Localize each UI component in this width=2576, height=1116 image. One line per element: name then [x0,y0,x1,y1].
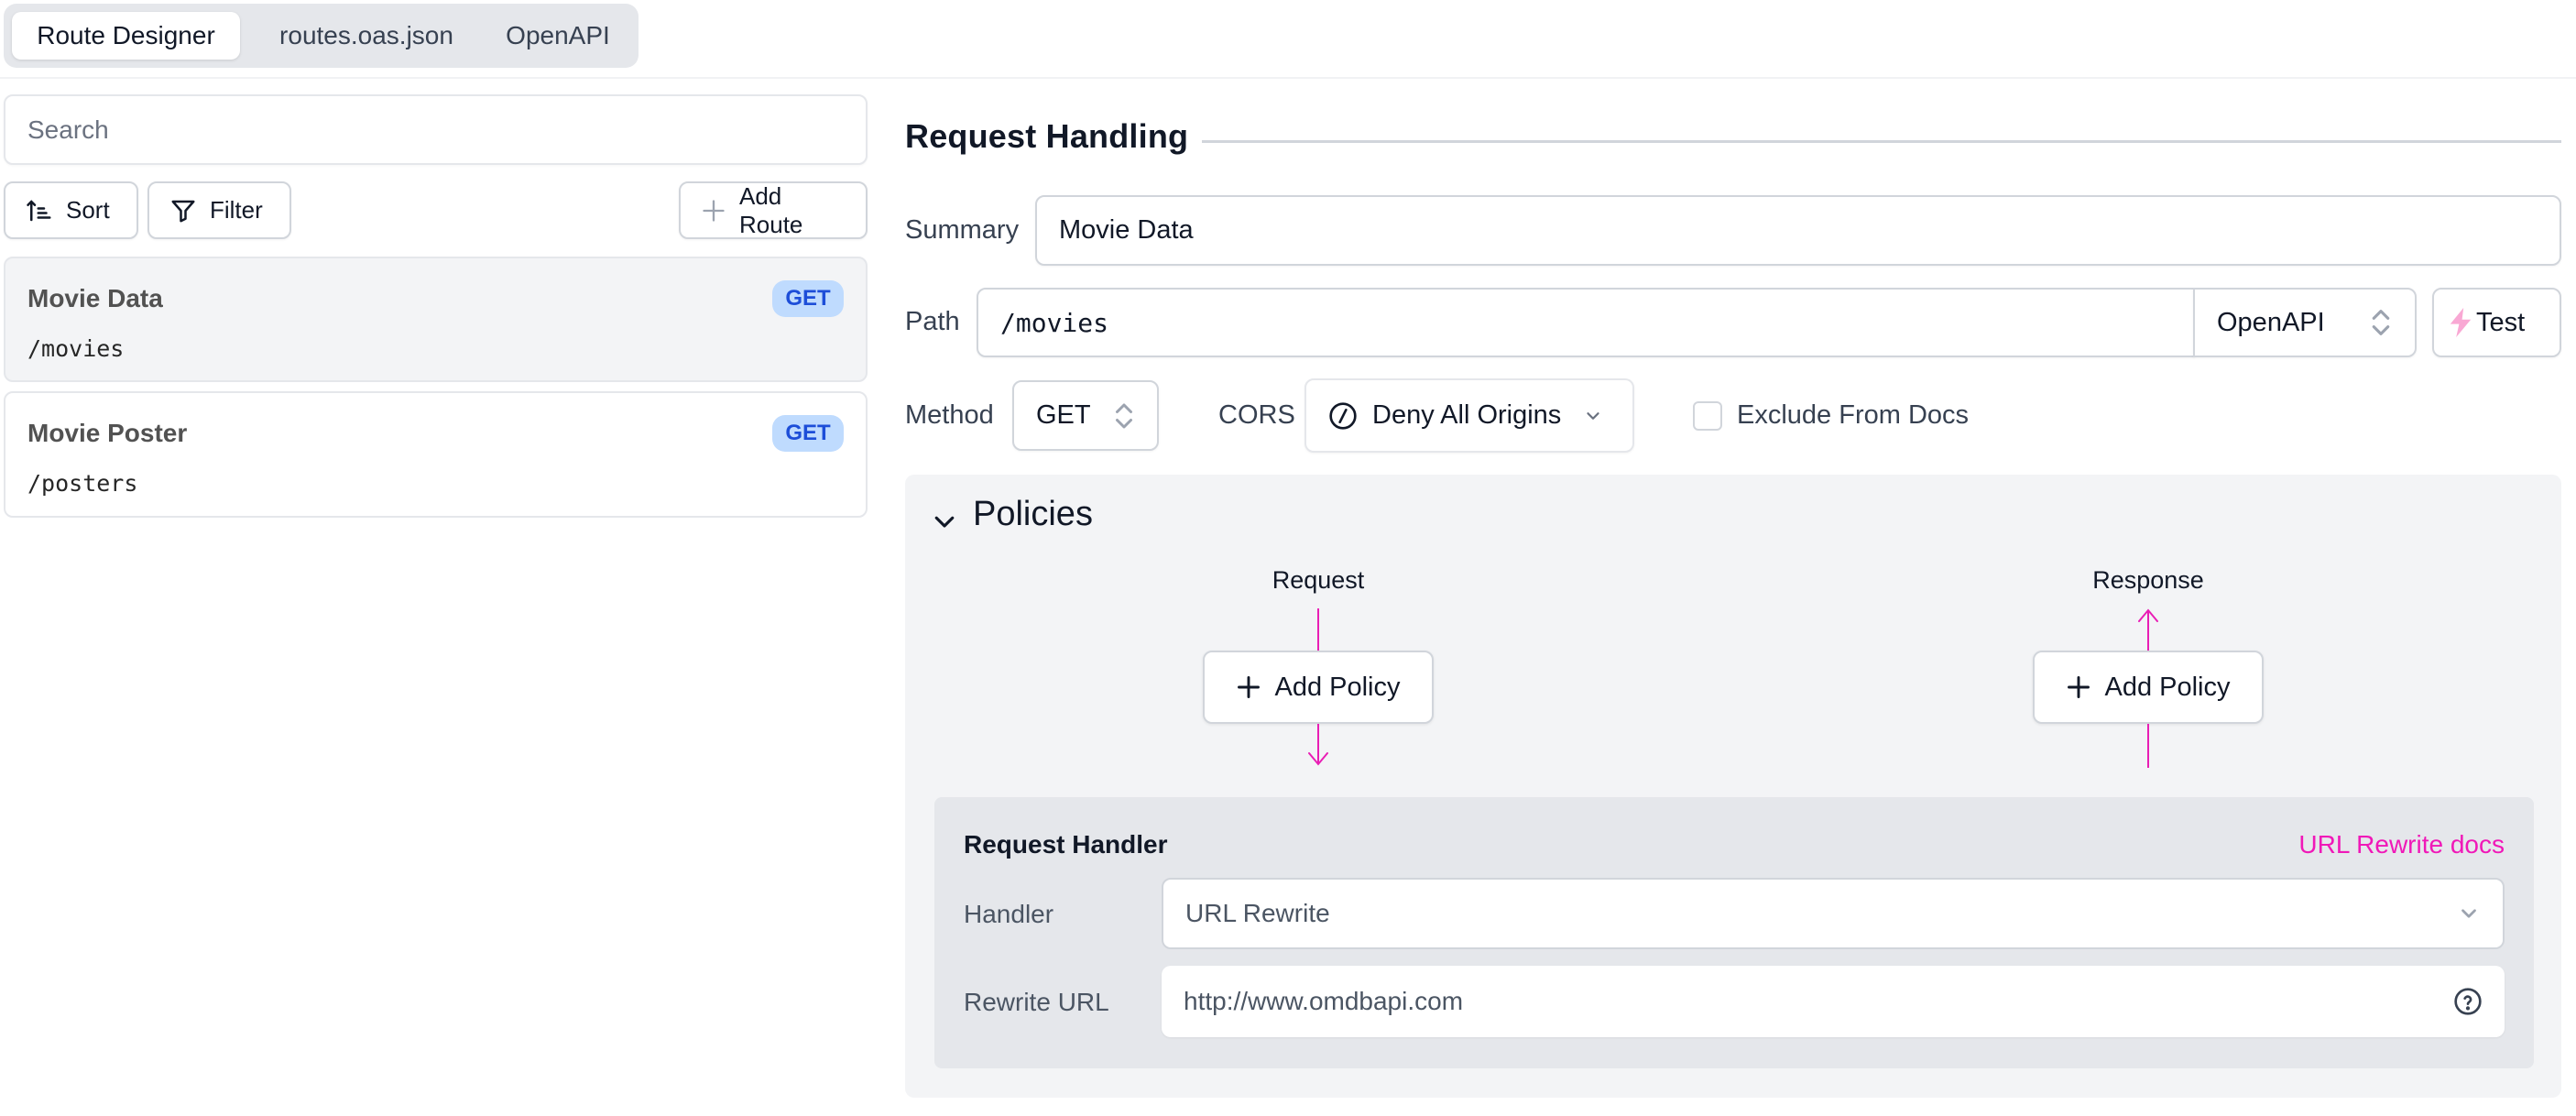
exclude-from-docs-checkbox[interactable] [1693,401,1722,431]
path-label: Path [905,307,960,336]
view-tabs: Route Designer routes.oas.json OpenAPI [4,4,639,68]
add-policy-label: Add Policy [2104,672,2231,702]
section-divider [1202,140,2561,143]
chevron-down-icon [2461,909,2476,918]
plus-icon [2068,676,2090,698]
route-item[interactable]: Movie Poster GET /posters [4,391,868,518]
filter-icon [171,200,195,222]
exclude-from-docs-label: Exclude From Docs [1737,400,1970,430]
route-path: /posters [27,470,138,497]
section-title: Request Handling [905,117,1189,155]
chevron-up-down-icon [2372,310,2390,335]
tab-openapi[interactable]: OpenAPI [489,12,627,60]
tab-route-designer[interactable]: Route Designer [12,12,240,60]
rewrite-url-value: http://www.omdbapi.com [1184,987,1464,1015]
summary-input[interactable]: Movie Data [1035,195,2561,266]
summary-label: Summary [905,215,1020,245]
policies-panel: Policies Request Add Policy Response Add… [905,475,2561,1098]
add-request-policy-button[interactable]: Add Policy [1203,651,1434,724]
route-name: Movie Data [27,284,163,312]
request-handler-box: Request Handler URL Rewrite docs Handler… [934,797,2534,1068]
path-value: /movies [1000,307,1109,338]
tab-routes-oas-json[interactable]: routes.oas.json [253,12,480,60]
policies-title[interactable]: Policies [973,495,1093,534]
method-badge: GET [772,280,844,317]
arrow-up-icon [2138,608,2158,651]
rewrite-url-input[interactable]: http://www.omdbapi.com [1162,966,2505,1037]
chevron-down-icon [1587,411,1599,420]
path-input[interactable]: /movies [977,288,2195,357]
arrow-down-icon [1308,724,1328,766]
summary-value: Movie Data [1059,215,1194,245]
filter-label: Filter [210,196,263,224]
sort-button[interactable]: Sort [4,181,138,239]
request-flow-line [1317,608,1319,651]
add-policy-label: Add Policy [1274,672,1401,702]
route-path: /movies [27,335,125,362]
filter-button[interactable]: Filter [147,181,291,239]
request-flow-label: Request [1272,566,1365,594]
path-mode-value: OpenAPI [2217,307,2325,337]
cors-value: Deny All Origins [1372,400,1562,430]
cors-select[interactable]: Deny All Origins [1304,378,1634,453]
deny-circle-icon [1329,401,1357,430]
method-select[interactable]: GET [1012,380,1159,451]
method-value: GET [1036,400,1091,430]
cors-label: CORS [1218,400,1295,430]
lightning-icon [2450,308,2472,337]
chevron-down-icon[interactable] [931,508,958,535]
handler-select[interactable]: URL Rewrite [1162,878,2505,949]
route-name: Movie Poster [27,419,188,447]
add-response-policy-button[interactable]: Add Policy [2033,651,2264,724]
help-circle-icon[interactable] [2453,987,2483,1016]
add-route-label: Add Route [739,181,803,238]
handler-value: URL Rewrite [1185,899,1330,927]
chevron-up-down-icon [1116,403,1132,428]
sort-label: Sort [66,196,110,224]
url-rewrite-docs-link[interactable]: URL Rewrite docs [2298,830,2505,859]
header-divider [0,77,2576,79]
response-flow-line [2147,724,2149,768]
sort-ascending-icon [27,199,51,221]
handler-title: Request Handler [964,830,1168,859]
handler-label: Handler [964,900,1054,928]
path-mode-select[interactable]: OpenAPI [2193,288,2417,357]
add-route-button[interactable]: Add Route [679,181,868,239]
plus-icon [703,199,725,222]
test-label: Test [2476,307,2526,337]
search-input[interactable] [4,94,868,165]
plus-icon [1238,676,1261,698]
route-item[interactable]: Movie Data GET /movies [4,257,868,382]
method-label: Method [905,400,994,430]
response-flow-label: Response [2092,566,2204,594]
test-button[interactable]: Test [2432,288,2561,357]
method-badge: GET [772,415,844,452]
rewrite-url-label: Rewrite URL [964,988,1109,1016]
